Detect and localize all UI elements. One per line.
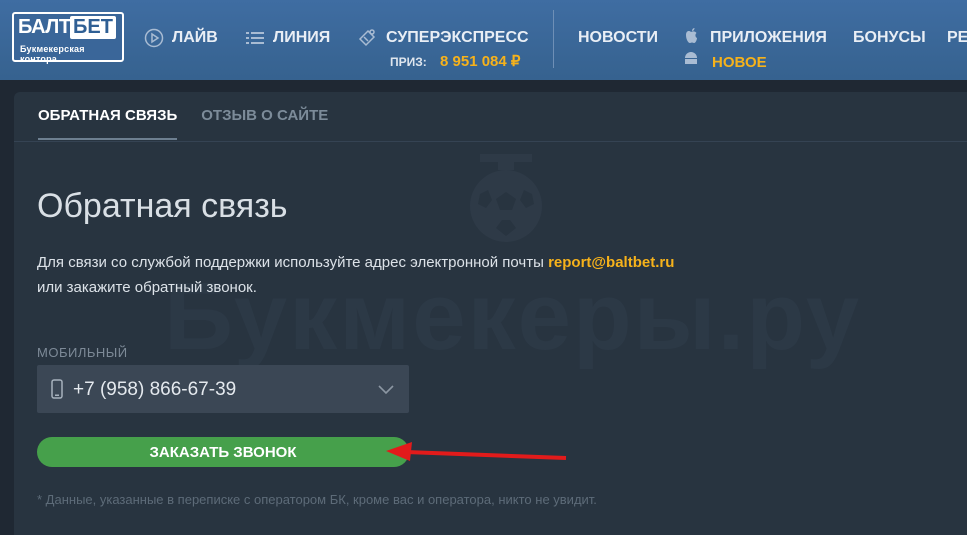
logo-text-bet: БЕТ [70,16,116,39]
desc-text-before: Для связи со службой поддержки используй… [37,254,549,271]
nav-news[interactable]: НОВОСТИ [578,28,658,48]
nav-apps[interactable]: ПРИЛОЖЕНИЯ [680,28,827,64]
nav-more-label: РЕ [947,29,967,46]
red-arrow-annotation [386,442,567,461]
top-header: БАЛТ БЕТ Букмекерская контора ЛАЙВ ЛИНИЯ… [0,0,967,80]
phone-select[interactable]: +7 (958) 866-67-39 [37,365,409,413]
list-icon [246,32,264,44]
nav-news-label: НОВОСТИ [578,29,659,46]
support-description: Для связи со службой поддержки используй… [37,250,797,300]
header-divider [553,10,554,68]
play-circle-icon [144,28,164,48]
nav-superexpress-label: СУПЕРЭКСПРЕСС [386,29,529,46]
support-email-link[interactable]: report@baltbet.ru [548,254,674,271]
page-title: Обратная связь [37,186,288,225]
prize-value: 8 951 084 ₽ [440,53,521,70]
nav-more[interactable]: РЕ [947,28,967,48]
nav-live[interactable]: ЛАЙВ [144,28,218,48]
tabs-divider [14,141,967,142]
phone-value: +7 (958) 866-67-39 [73,379,237,400]
nav-superexpress[interactable]: СУПЕРЭКСПРЕСС [356,28,529,48]
chevron-down-icon [378,385,394,395]
apple-android-icon [685,28,697,64]
nav-bonuses-label: БОНУСЫ [853,29,926,46]
nav-bonuses[interactable]: БОНУСЫ [853,28,926,48]
mobile-phone-icon [51,379,63,399]
request-call-button[interactable]: ЗАКАЗАТЬ ЗВОНОК [37,437,409,467]
nav-apps-label: ПРИЛОЖЕНИЯ [710,29,827,46]
nav-live-label: ЛАЙВ [172,29,218,46]
nav-line[interactable]: ЛИНИЯ [245,28,330,48]
desc-text-after: или закажите обратный звонок. [37,279,257,296]
new-badge: НОВОЕ [712,54,767,71]
tabs: ОБРАТНАЯ СВЯЗЬ ОТЗЫВ О САЙТЕ [38,106,328,140]
tab-site-review[interactable]: ОТЗЫВ О САЙТЕ [201,106,328,140]
nav-line-label: ЛИНИЯ [273,29,331,46]
phone-label: МОБИЛЬНЫЙ [37,345,128,360]
ticket-icon [358,29,376,47]
site-logo[interactable]: БАЛТ БЕТ Букмекерская контора [12,12,124,64]
soccer-ball-watermark-icon [470,154,542,242]
prize-label: ПРИЗ: [390,55,427,69]
privacy-note: * Данные, указанные в переписке с операт… [37,492,597,507]
tab-feedback[interactable]: ОБРАТНАЯ СВЯЗЬ [38,106,178,140]
logo-tagline: Букмекерская контора [20,44,85,64]
logo-text-balt: БАЛТ [18,16,71,38]
